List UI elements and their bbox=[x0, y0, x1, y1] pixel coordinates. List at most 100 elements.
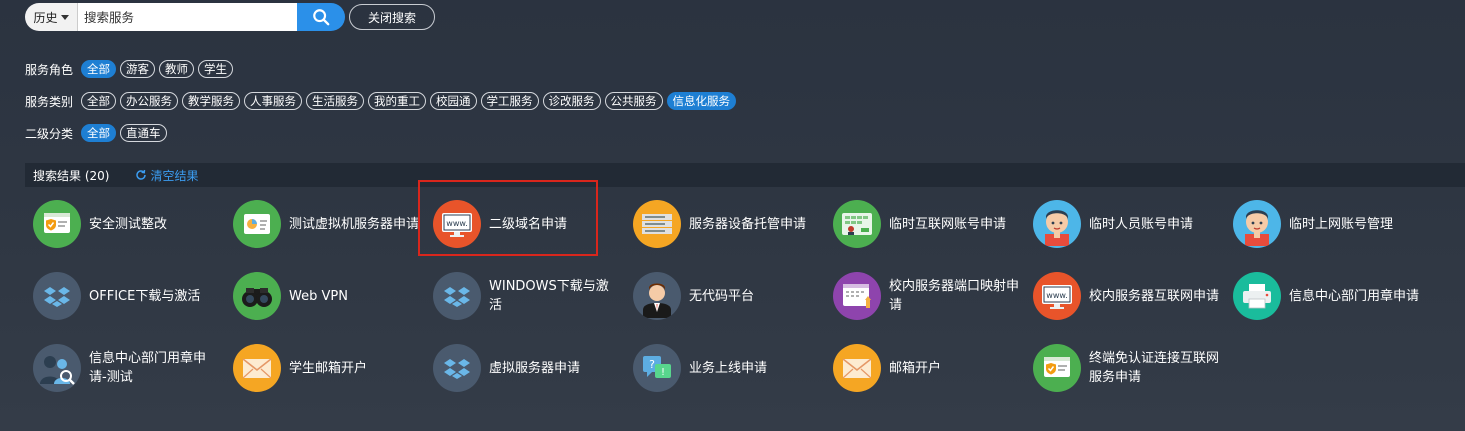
printer-icon bbox=[1233, 272, 1281, 320]
security-shield-icon bbox=[33, 200, 81, 248]
port-mapping-icon bbox=[833, 272, 881, 320]
service-item-label: 安全测试整改 bbox=[89, 216, 168, 232]
service-item-label: WINDOWS下载与激活 bbox=[489, 279, 609, 313]
security-shield-icon bbox=[1033, 344, 1081, 392]
filter-label-role: 服务角色 bbox=[25, 62, 74, 77]
filter-chip-category[interactable]: 学工服务 bbox=[480, 92, 539, 110]
service-item[interactable]: www. 二级域名申请 bbox=[433, 199, 628, 249]
service-item-label: 虚拟服务器申请 bbox=[489, 360, 581, 376]
filter-chip-sub[interactable]: 全部 bbox=[81, 124, 116, 142]
refresh-icon bbox=[136, 169, 147, 180]
filter-chip-category[interactable]: 校园通 bbox=[430, 92, 477, 110]
vm-chart-icon bbox=[233, 200, 281, 248]
person-icon bbox=[1233, 200, 1281, 248]
service-item-label: 二级域名申请 bbox=[489, 216, 568, 232]
filter-chip-category[interactable]: 人事服务 bbox=[244, 92, 302, 110]
search-icon bbox=[313, 9, 330, 26]
service-item[interactable]: 测试虚拟机服务器申请 bbox=[233, 199, 428, 249]
businessman-icon bbox=[633, 272, 681, 320]
team-search-icon bbox=[33, 344, 81, 392]
results-title: 搜索结果 (20) bbox=[33, 168, 110, 183]
filter-row-category: 服务类别 全部 办公服务 教学服务 人事服务 生活服务 我的重工 校园通 学工服务 诊改服务 公共… bbox=[25, 92, 740, 110]
service-item[interactable]: 无代码平台 bbox=[633, 271, 828, 321]
filter-chip-category[interactable]: 公共服务 bbox=[604, 92, 663, 110]
service-item[interactable]: WINDOWS下载与激活 bbox=[433, 271, 628, 321]
service-item[interactable]: 信息中心部门用章申请-测试 bbox=[33, 343, 228, 393]
filter-chip-category[interactable]: 诊改服务 bbox=[542, 92, 601, 110]
search-bar: 历史 bbox=[25, 3, 345, 31]
service-item[interactable]: 终端免认证连接互联网服务申请 bbox=[1033, 343, 1228, 393]
service-item[interactable]: 安全测试整改 bbox=[33, 199, 228, 249]
service-item-label: 校内服务器互联网申请 bbox=[1089, 288, 1220, 304]
results-header: 搜索结果 (20) 清空结果 bbox=[25, 163, 1465, 187]
svg-text:?: ? bbox=[649, 358, 655, 371]
service-item[interactable]: 信息中心部门用章申请 bbox=[1233, 271, 1428, 321]
service-item-label: 服务器设备托管申请 bbox=[689, 216, 807, 232]
person-icon bbox=[1033, 200, 1081, 248]
server-rack-icon bbox=[633, 200, 681, 248]
filter-label-category: 服务类别 bbox=[25, 94, 74, 109]
service-item-label: 校内服务器端口映射申请 bbox=[889, 279, 1020, 313]
service-item[interactable]: 临时人员账号申请 bbox=[1033, 199, 1228, 249]
filter-chip-category[interactable]: 办公服务 bbox=[120, 92, 178, 110]
filter-row-subcategory: 二级分类 全部 直通车 bbox=[25, 124, 171, 142]
service-item-label: 临时上网账号管理 bbox=[1289, 216, 1394, 232]
filter-chip-category[interactable]: 信息化服务 bbox=[666, 92, 736, 110]
service-item-label: 临时互联网账号申请 bbox=[889, 216, 1007, 232]
svg-text:www.: www. bbox=[446, 219, 467, 228]
service-item[interactable]: 虚拟服务器申请 bbox=[433, 343, 628, 393]
filter-chip-role[interactable]: 全部 bbox=[81, 60, 116, 78]
www-monitor-icon: www. bbox=[1033, 272, 1081, 320]
history-dropdown[interactable]: 历史 bbox=[25, 3, 77, 31]
service-item-label: 邮箱开户 bbox=[889, 360, 942, 376]
service-item-label: Web VPN bbox=[289, 288, 348, 304]
history-label: 历史 bbox=[33, 10, 58, 25]
filter-chip-role[interactable]: 教师 bbox=[159, 60, 194, 78]
service-item[interactable]: 学生邮箱开户 bbox=[233, 343, 428, 393]
www-monitor-icon: www. bbox=[433, 200, 481, 248]
service-item-label: 无代码平台 bbox=[689, 288, 755, 304]
service-item[interactable]: ?! 业务上线申请 bbox=[633, 343, 828, 393]
service-item-label: 临时人员账号申请 bbox=[1089, 216, 1194, 232]
filter-chip-role[interactable]: 游客 bbox=[120, 60, 155, 78]
chevron-down-icon bbox=[60, 14, 69, 20]
search-input[interactable] bbox=[77, 3, 297, 31]
filter-chip-category[interactable]: 我的重工 bbox=[368, 92, 426, 110]
service-item[interactable]: 临时上网账号管理 bbox=[1233, 199, 1428, 249]
envelope-icon bbox=[833, 344, 881, 392]
binoculars-icon bbox=[233, 272, 281, 320]
service-item-label: 业务上线申请 bbox=[689, 360, 768, 376]
filter-row-role: 服务角色 全部 游客 教师 学生 bbox=[25, 60, 237, 78]
service-item-label: 信息中心部门用章申请-测试 bbox=[89, 351, 207, 385]
service-item[interactable]: 校内服务器端口映射申请 bbox=[833, 271, 1028, 321]
service-item-label: OFFICE下载与激活 bbox=[89, 288, 201, 304]
dropbox-icon bbox=[433, 272, 481, 320]
search-button[interactable] bbox=[297, 3, 345, 31]
envelope-icon bbox=[233, 344, 281, 392]
dropbox-icon bbox=[433, 344, 481, 392]
service-item-label: 信息中心部门用章申请 bbox=[1289, 288, 1420, 304]
clear-results-link[interactable]: 清空结果 bbox=[135, 167, 198, 184]
filter-chip-category[interactable]: 教学服务 bbox=[182, 92, 240, 110]
service-item[interactable]: OFFICE下载与激活 bbox=[33, 271, 228, 321]
close-search-button[interactable]: 关闭搜索 bbox=[349, 4, 435, 30]
filter-chip-role[interactable]: 学生 bbox=[198, 60, 233, 78]
service-item[interactable]: www. 校内服务器互联网申请 bbox=[1033, 271, 1228, 321]
service-item[interactable]: 邮箱开户 bbox=[833, 343, 1028, 393]
filter-chip-sub[interactable]: 直通车 bbox=[120, 124, 167, 142]
service-item[interactable]: 临时互联网账号申请 bbox=[833, 199, 1028, 249]
filter-chip-category[interactable]: 全部 bbox=[81, 92, 116, 110]
service-item-label: 测试虚拟机服务器申请 bbox=[289, 216, 420, 232]
svg-text:www.: www. bbox=[1046, 291, 1067, 300]
filter-label-subcategory: 二级分类 bbox=[25, 126, 74, 141]
service-item-label: 终端免认证连接互联网服务申请 bbox=[1089, 351, 1220, 385]
account-card-icon bbox=[833, 200, 881, 248]
service-item[interactable]: Web VPN bbox=[233, 271, 428, 321]
service-item[interactable]: 服务器设备托管申请 bbox=[633, 199, 828, 249]
clear-results-label: 清空结果 bbox=[150, 168, 199, 183]
dropbox-icon bbox=[33, 272, 81, 320]
filter-chip-category[interactable]: 生活服务 bbox=[306, 92, 364, 110]
service-item-label: 学生邮箱开户 bbox=[289, 360, 368, 376]
help-chat-icon: ?! bbox=[633, 344, 681, 392]
svg-text:!: ! bbox=[661, 367, 665, 378]
